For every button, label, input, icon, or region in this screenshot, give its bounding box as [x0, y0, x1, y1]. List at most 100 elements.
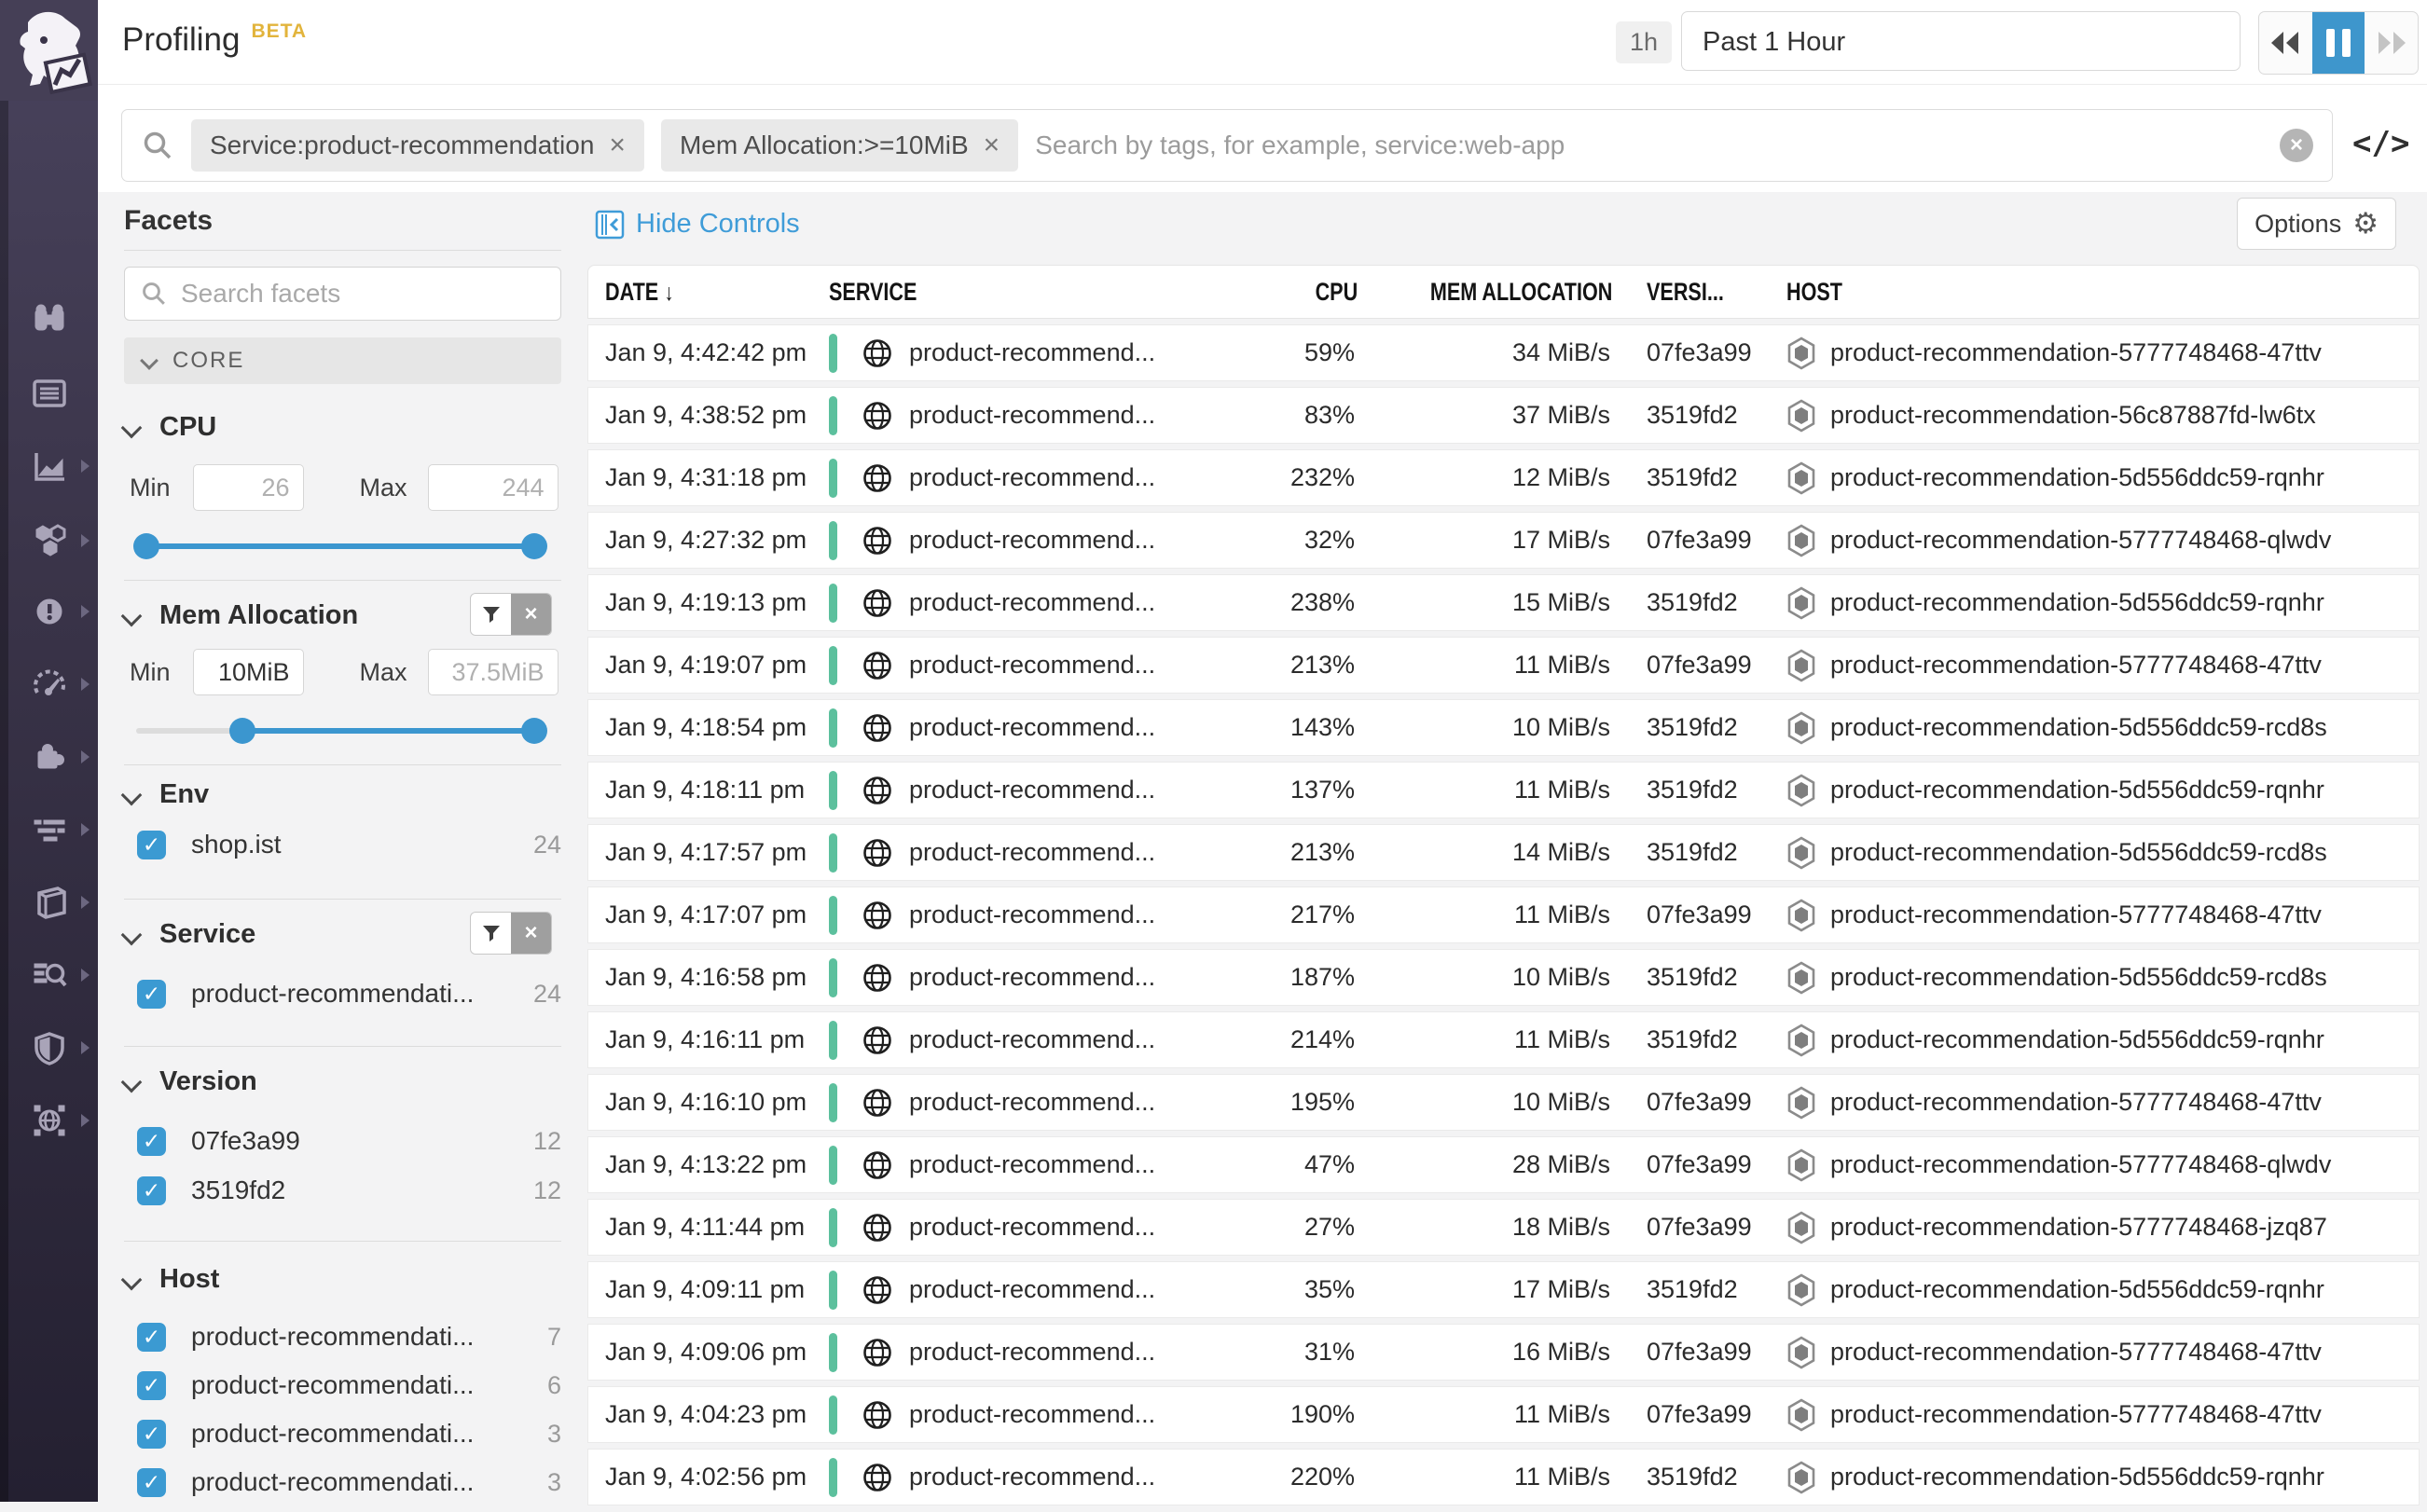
mem-range-slider[interactable]: [136, 718, 545, 744]
nav-synthetics[interactable]: [0, 1098, 98, 1143]
tag-search-bar[interactable]: Service:product-recommendation × Mem All…: [121, 109, 2333, 182]
filter-clear-button[interactable]: ×: [511, 913, 551, 954]
filter-funnel-button[interactable]: [471, 594, 511, 635]
facet-item[interactable]: ✓ product-recommendati... 7: [137, 1318, 561, 1355]
pause-button[interactable]: [2312, 12, 2365, 74]
remove-tag-icon[interactable]: ×: [984, 130, 1000, 161]
code-view-icon[interactable]: </>: [2352, 125, 2409, 162]
table-row[interactable]: Jan 9, 4:38:52 pm product-recommend...: [587, 387, 2420, 444]
checkbox-checked[interactable]: ✓: [137, 1323, 166, 1352]
checkbox-checked[interactable]: ✓: [137, 1176, 166, 1205]
facet-section-version[interactable]: Version: [124, 1066, 561, 1097]
table-row[interactable]: Jan 9, 4:09:06 pm product-recommend...: [587, 1324, 2420, 1381]
checkbox-checked[interactable]: ✓: [137, 980, 166, 1009]
slider-handle-max[interactable]: [521, 533, 547, 559]
facet-section-cpu[interactable]: CPU: [124, 412, 561, 443]
facet-title: CPU: [159, 412, 216, 443]
slider-handle-max[interactable]: [521, 718, 547, 744]
nav-metrics[interactable]: [0, 444, 98, 488]
search-placeholder[interactable]: Search by tags, for example, service:web…: [1035, 131, 1565, 160]
nav-apm[interactable]: [0, 662, 98, 707]
table-row[interactable]: Jan 9, 4:27:32 pm product-recommend...: [587, 512, 2420, 569]
table-row[interactable]: Jan 9, 4:19:13 pm product-recommend...: [587, 574, 2420, 631]
time-preset-badge[interactable]: 1h: [1616, 21, 1672, 63]
cell-version: 3519fd2: [1647, 713, 1786, 742]
host-name: product-recommendation-5777748468-47ttv: [1830, 651, 2322, 680]
fast-forward-button[interactable]: [2365, 12, 2418, 74]
table-row[interactable]: Jan 9, 4:13:22 pm product-recommend...: [587, 1136, 2420, 1193]
cpu-min-input[interactable]: 26: [193, 464, 304, 511]
column-header-version[interactable]: VERSI...: [1647, 278, 1758, 307]
facet-item-label: product-recommendati...: [191, 1419, 538, 1449]
table-row[interactable]: Jan 9, 4:18:11 pm product-recommend...: [587, 762, 2420, 818]
table-row[interactable]: Jan 9, 4:17:07 pm product-recommend...: [587, 887, 2420, 943]
checkbox-checked[interactable]: ✓: [137, 1127, 166, 1156]
rewind-button[interactable]: [2259, 12, 2312, 74]
nav-integrations[interactable]: [0, 735, 98, 779]
mem-min-input[interactable]: 10MiB: [193, 649, 304, 695]
facet-section-mem-allocation[interactable]: Mem Allocation ×: [124, 600, 561, 631]
globe-icon: [862, 462, 893, 494]
time-range-selector[interactable]: Past 1 Hour: [1681, 11, 2241, 71]
table-row[interactable]: Jan 9, 4:09:11 pm product-recommend...: [587, 1261, 2420, 1318]
slider-handle-min[interactable]: [229, 718, 255, 744]
facet-item[interactable]: ✓ product-recommendati... 3: [137, 1464, 561, 1501]
nav-monitors[interactable]: [0, 589, 98, 634]
table-row[interactable]: Jan 9, 4:42:42 pm product-recommend...: [587, 324, 2420, 381]
checkbox-checked[interactable]: ✓: [137, 1420, 166, 1449]
nav-watchdog[interactable]: [0, 296, 98, 341]
column-header-service[interactable]: SERVICE: [829, 278, 1079, 307]
facet-item[interactable]: ✓ product-recommendati... 6: [137, 1367, 561, 1404]
facet-section-host[interactable]: Host: [124, 1264, 561, 1295]
filter-clear-button[interactable]: ×: [511, 594, 551, 635]
slider-handle-min[interactable]: [133, 533, 159, 559]
facet-group-core[interactable]: CORE: [124, 337, 561, 384]
remove-tag-icon[interactable]: ×: [609, 130, 626, 161]
nav-security[interactable]: [0, 1025, 98, 1070]
facet-section-env[interactable]: Env: [124, 779, 561, 810]
table-row[interactable]: Jan 9, 4:11:44 pm product-recommend...: [587, 1199, 2420, 1256]
facet-item[interactable]: ✓ product-recommendati... 24: [137, 975, 561, 1012]
nav-log-search[interactable]: [0, 953, 98, 997]
service-status-bar: [829, 708, 837, 748]
nav-events[interactable]: [0, 371, 98, 416]
facet-search-input[interactable]: Search facets: [124, 267, 561, 321]
column-header-host[interactable]: HOST: [1786, 278, 2292, 307]
cpu-range-slider[interactable]: [136, 533, 545, 559]
checkbox-checked[interactable]: ✓: [137, 831, 166, 859]
hide-controls-link[interactable]: Hide Controls: [595, 209, 800, 240]
cpu-max-input[interactable]: 244: [428, 464, 558, 511]
search-tag-service[interactable]: Service:product-recommendation ×: [191, 119, 644, 172]
table-row[interactable]: Jan 9, 4:16:10 pm product-recommend...: [587, 1074, 2420, 1131]
facet-item[interactable]: ✓ 3519fd2 12: [137, 1172, 561, 1209]
facet-section-service[interactable]: Service ×: [124, 919, 561, 950]
table-row[interactable]: Jan 9, 4:16:11 pm product-recommend...: [587, 1011, 2420, 1068]
nav-pipelines[interactable]: [0, 807, 98, 852]
options-button[interactable]: Options ⚙: [2237, 198, 2396, 250]
nav-infrastructure[interactable]: [0, 518, 98, 563]
column-header-cpu[interactable]: CPU: [1187, 278, 1370, 307]
facet-item[interactable]: ✓ shop.ist 24: [137, 826, 561, 863]
filter-funnel-button[interactable]: [471, 913, 511, 954]
clear-search-icon[interactable]: ×: [2280, 129, 2313, 162]
facet-item[interactable]: ✓ 07fe3a99 12: [137, 1122, 561, 1160]
datadog-logo[interactable]: [0, 0, 98, 101]
facet-item[interactable]: ✓ product-recommendati... 3: [137, 1415, 561, 1452]
table-row[interactable]: Jan 9, 4:19:07 pm product-recommend...: [587, 637, 2420, 694]
checkbox-checked[interactable]: ✓: [137, 1371, 166, 1400]
column-header-date[interactable]: DATE↓: [605, 278, 784, 307]
table-row[interactable]: Jan 9, 4:16:58 pm product-recommend...: [587, 949, 2420, 1006]
table-row[interactable]: Jan 9, 4:04:23 pm product-recommend...: [587, 1386, 2420, 1443]
min-label: Min: [130, 474, 171, 502]
table-row[interactable]: Jan 9, 4:18:54 pm product-recommend...: [587, 699, 2420, 756]
table-row[interactable]: Jan 9, 4:17:57 pm product-recommend...: [587, 824, 2420, 881]
facet-item-label: 07fe3a99: [191, 1126, 524, 1156]
checkbox-checked[interactable]: ✓: [137, 1468, 166, 1497]
nav-notebooks[interactable]: [0, 880, 98, 925]
sort-descending-icon[interactable]: ↓: [665, 280, 674, 306]
table-row[interactable]: Jan 9, 4:02:56 pm product-recommend...: [587, 1449, 2420, 1505]
table-row[interactable]: Jan 9, 4:31:18 pm product-recommend...: [587, 449, 2420, 506]
search-tag-mem-allocation[interactable]: Mem Allocation:>=10MiB ×: [661, 119, 1018, 172]
mem-max-input[interactable]: 37.5MiB: [428, 649, 558, 695]
column-header-mem-allocation[interactable]: MEM ALLOCATION: [1420, 278, 1621, 307]
